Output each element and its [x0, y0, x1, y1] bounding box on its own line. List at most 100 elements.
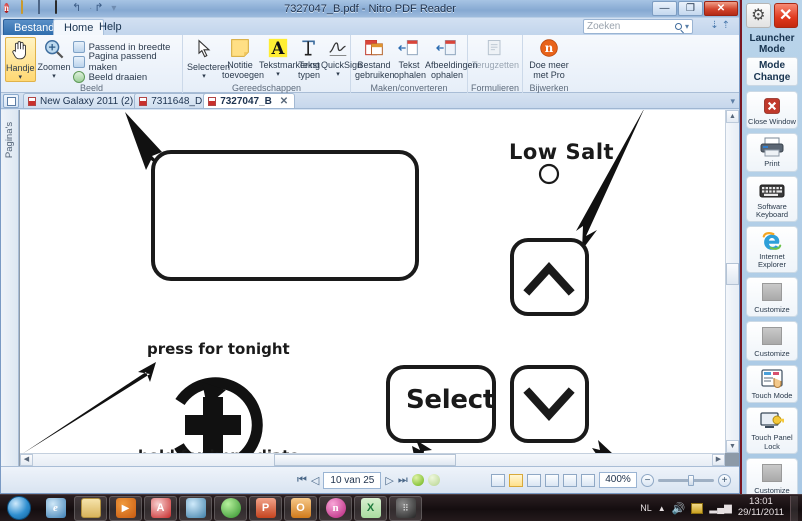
search-icon[interactable]: [674, 23, 682, 30]
view-mode-split-icon[interactable]: [563, 473, 577, 487]
launcher-item-customize-2[interactable]: Customize: [746, 320, 798, 361]
tool-tekst-ophalen[interactable]: Tekst ophalen: [394, 37, 426, 80]
navigate-back-icon[interactable]: [411, 474, 424, 486]
horizontal-scroll-thumb[interactable]: [274, 454, 456, 466]
zoom-level-input[interactable]: 400%: [599, 472, 637, 488]
search-nav-icons[interactable]: ⇣⇡: [710, 20, 733, 31]
search-input[interactable]: Zoeken: [587, 21, 672, 32]
extract-images-icon: [425, 38, 469, 60]
start-button[interactable]: [1, 496, 37, 521]
tool-quicksign-dropdown[interactable]: ▾: [321, 71, 355, 78]
scroll-down-button[interactable]: ▼: [726, 440, 739, 453]
button-beeld-draaien[interactable]: Beeld draaien: [72, 70, 178, 84]
first-page-button[interactable]: ⏮: [297, 474, 307, 487]
tool-quicksign[interactable]: QuickSign ▾: [321, 37, 362, 78]
launcher-item-label: Touch Mode: [751, 391, 793, 400]
search-box[interactable]: Zoeken ▾: [583, 19, 693, 34]
signal-icon[interactable]: ▂▄▆: [709, 503, 731, 514]
clock[interactable]: 13:01 29/11/2011: [738, 496, 784, 519]
tool-notitie-toevoegen[interactable]: Notitie toevoegen: [222, 37, 264, 80]
launcher-item-customize-3[interactable]: Customize: [746, 457, 798, 498]
launcher-item-close-window[interactable]: Close Window: [746, 91, 798, 130]
doc-tab-7327047-b[interactable]: 7327047_B ✕: [203, 93, 296, 108]
pdf-page-canvas[interactable]: Low Salt press for tonight hold for imme…: [20, 110, 725, 453]
view-mode-grid-icon[interactable]: [581, 473, 595, 487]
search-options-icon[interactable]: ▾: [685, 22, 689, 31]
taskbar-item-blackberry-desktop[interactable]: ⠿: [389, 495, 422, 521]
printer-icon: [759, 137, 785, 159]
navigate-forward-icon[interactable]: [427, 474, 440, 486]
scroll-left-button[interactable]: ◀: [20, 454, 33, 466]
launcher-item-touch-mode[interactable]: Touch Mode: [746, 365, 798, 404]
launcher-item-touch-panel-lock[interactable]: Touch Panel Lock: [746, 407, 798, 454]
tool-tekstmarkering-dropdown[interactable]: ▾: [259, 71, 297, 78]
network-warning-icon[interactable]: [691, 502, 704, 514]
close-button[interactable]: ✕: [704, 1, 738, 16]
reset-form-icon: [472, 38, 518, 60]
taskbar-item-windows-explorer[interactable]: [74, 495, 107, 521]
next-page-button[interactable]: ▷: [385, 474, 393, 487]
previous-page-button[interactable]: ◁: [311, 474, 319, 487]
zoom-in-button[interactable]: +: [718, 473, 731, 487]
doc-tab-7311648-d[interactable]: 7311648_D: [134, 93, 210, 108]
zoom-out-button[interactable]: −: [641, 473, 654, 487]
create-from-file-icon: [355, 38, 393, 60]
tool-zoomen-dropdown[interactable]: ▾: [38, 73, 71, 80]
launcher-item-print[interactable]: Print: [746, 133, 798, 172]
tool-zoomen[interactable]: Zoomen ▾: [38, 37, 71, 80]
gear-icon[interactable]: ⚙: [746, 3, 771, 28]
tool-handje[interactable]: Handje ▾: [5, 37, 36, 83]
taskbar-item-nitro-pdf[interactable]: n: [319, 495, 352, 521]
taskbar-item-powerpoint[interactable]: P: [249, 495, 282, 521]
tool-handje-dropdown[interactable]: ▾: [6, 74, 35, 81]
taskbar-item-internet-explorer[interactable]: e: [39, 496, 72, 521]
view-mode-facing-icon[interactable]: [527, 473, 541, 487]
maximize-button[interactable]: ❐: [678, 1, 703, 16]
tool-selecteren[interactable]: Selecteren ▾: [187, 37, 230, 80]
volume-icon[interactable]: 🔊: [672, 502, 686, 515]
launcher-item-customize-1[interactable]: Customize: [746, 276, 798, 317]
launcher-close-button[interactable]: ✕: [773, 3, 798, 28]
taskbar-item-media-player[interactable]: ▶: [109, 495, 142, 521]
vertical-scroll-thumb[interactable]: [726, 263, 739, 285]
tool-doe-meer-met-pro[interactable]: n Doe meer met Pro: [527, 37, 571, 80]
taskbar-item-excel[interactable]: X: [354, 495, 387, 521]
view-mode-facing-continuous-icon[interactable]: [545, 473, 559, 487]
show-desktop-button[interactable]: [790, 495, 798, 521]
doc-tab-close-icon[interactable]: ✕: [280, 96, 288, 107]
scroll-up-button[interactable]: ▲: [726, 110, 739, 123]
document-tab-strip: New Galaxy 2011 (2) 7311648_D 7327047_B …: [1, 93, 739, 109]
view-mode-continuous-icon[interactable]: [509, 473, 523, 487]
pages-panel-toggle[interactable]: [3, 94, 19, 108]
view-mode-single-page-icon[interactable]: [491, 473, 505, 487]
scroll-right-button[interactable]: ▶: [712, 454, 725, 466]
mode-change-button[interactable]: Mode Change: [746, 57, 798, 86]
vertical-scrollbar[interactable]: ▲ ▼: [725, 110, 739, 453]
minimize-button[interactable]: —: [652, 1, 677, 16]
tool-tekst-typen[interactable]: Tekst typen: [298, 37, 320, 80]
launcher-item-software-keyboard[interactable]: Software Keyboard: [746, 175, 798, 222]
pages-sidebar[interactable]: Pagina's: [1, 110, 19, 466]
tab-strip-more-icon[interactable]: ▾: [730, 96, 735, 107]
tool-afbeeldingen-ophalen[interactable]: Afbeeldingen ophalen: [425, 37, 478, 80]
hidden-icons-icon[interactable]: ▲: [658, 504, 666, 513]
tool-tekstmarkering[interactable]: A Tekstmarkering ▾: [259, 37, 320, 78]
zoom-slider[interactable]: [658, 474, 714, 486]
horizontal-scrollbar[interactable]: ◀ ▶: [20, 453, 725, 466]
page-indicator[interactable]: 10 van 25: [323, 471, 382, 489]
taskbar-item-outlook[interactable]: O: [284, 495, 317, 521]
taskbar-item-spotify[interactable]: [214, 495, 247, 521]
launcher-item-internet-explorer[interactable]: Internet Explorer: [746, 226, 798, 273]
doc-tab-new-galaxy[interactable]: New Galaxy 2011 (2): [23, 93, 141, 108]
tool-selecteren-dropdown[interactable]: ▾: [187, 73, 221, 80]
blackberry-icon: ⠿: [395, 498, 416, 518]
tool-bestand-gebruiken[interactable]: Bestand gebruiken: [355, 37, 395, 80]
zoom-slider-thumb[interactable]: [688, 474, 694, 486]
language-indicator[interactable]: NL: [640, 503, 652, 513]
tab-help[interactable]: Help: [89, 19, 132, 35]
tool-terugzetten[interactable]: Terugzetten: [472, 37, 519, 71]
button-pagina-passend-maken[interactable]: Pagina passend maken: [72, 51, 178, 73]
last-page-button[interactable]: ⏭: [398, 474, 408, 487]
taskbar-item-messenger[interactable]: [179, 495, 212, 521]
taskbar-item-adobe-app[interactable]: A: [144, 495, 177, 521]
